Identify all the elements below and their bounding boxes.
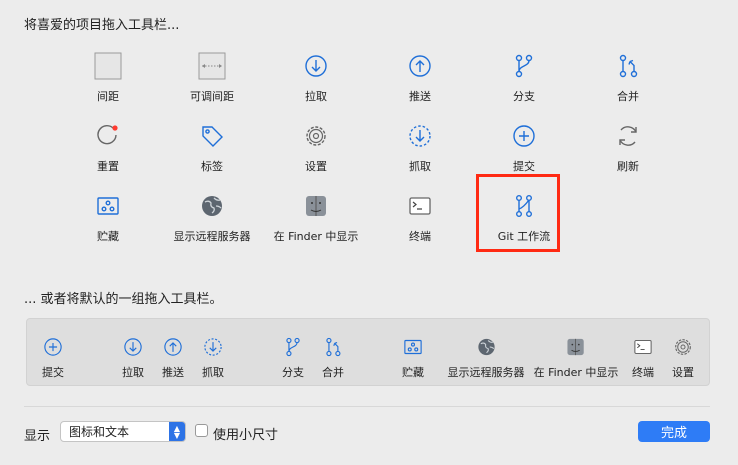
toolbar-item-label: 间距 (97, 90, 119, 103)
toolbar-item-label: 刷新 (617, 160, 639, 173)
show-label: 显示 (24, 429, 51, 444)
toolbar-item-label: 设置 (305, 160, 327, 173)
push-icon (404, 50, 436, 82)
toolbar-item-label: 终端 (409, 230, 431, 243)
fetch-icon (200, 334, 226, 360)
default-item-label: 分支 (282, 366, 304, 379)
default-item-finder: 在 Finder 中显示 (533, 334, 619, 380)
gear-icon (670, 334, 696, 360)
default-item-label: 拉取 (122, 366, 144, 379)
tag-icon (196, 120, 228, 152)
flexible-space-icon (196, 50, 228, 82)
terminal-icon (404, 190, 436, 222)
toolbar-item-commit[interactable]: 提交 (472, 120, 576, 174)
toolbar-item-stash[interactable]: 贮藏 (56, 190, 160, 244)
done-button[interactable]: 完成 (638, 421, 710, 442)
toolbar-item-label: 分支 (513, 90, 535, 103)
customize-toolbar-title: 将喜爱的项目拖入工具栏... (24, 18, 180, 33)
toolbar-item-tag[interactable]: 标签 (160, 120, 264, 174)
default-item-push: 推送 (160, 334, 186, 380)
toolbar-item-label: 在 Finder 中显示 (273, 230, 359, 243)
toolbar-item-fetch[interactable]: 抓取 (368, 120, 472, 174)
toolbar-item-space[interactable]: 间距 (56, 50, 160, 104)
merge-icon (612, 50, 644, 82)
toolbar-item-reset[interactable]: 重置 (56, 120, 160, 174)
toolbar-item-label: 提交 (513, 160, 535, 173)
globe-icon (196, 190, 228, 222)
branch-icon (508, 50, 540, 82)
default-item-commit: 提交 (40, 334, 66, 380)
default-item-branch: 分支 (280, 334, 306, 380)
stash-icon (92, 190, 124, 222)
toolbar-item-finder[interactable]: 在 Finder 中显示 (264, 190, 368, 244)
stash-icon (400, 334, 426, 360)
gear-icon (300, 120, 332, 152)
toolbar-item-label: 标签 (201, 160, 223, 173)
default-item-gear: 设置 (670, 334, 696, 380)
default-item-label: 显示远程服务器 (447, 366, 525, 379)
toolbar-item-push[interactable]: 推送 (368, 50, 472, 104)
toolbar-item-merge[interactable]: 合并 (576, 50, 680, 104)
divider (24, 406, 710, 407)
space-icon (92, 50, 124, 82)
display-mode-value: 图标和文本 (69, 425, 130, 439)
default-item-pull: 拉取 (120, 334, 146, 380)
small-size-label: 使用小尺寸 (213, 428, 279, 443)
toolbar-item-flexible-space[interactable]: 可调间距 (160, 50, 264, 104)
default-item-label: 设置 (672, 366, 694, 379)
toolbar-item-label: 推送 (409, 90, 431, 103)
merge-icon (320, 334, 346, 360)
toolbar-item-refresh[interactable]: 刷新 (576, 120, 680, 174)
pull-icon (300, 50, 332, 82)
display-mode-select[interactable]: 图标和文本 ▲ ▼ (60, 421, 186, 442)
toolbar-item-globe[interactable]: 显示远程服务器 (160, 190, 264, 244)
default-item-label: 提交 (42, 366, 64, 379)
refresh-icon (612, 120, 644, 152)
chevron-updown-icon: ▲ ▼ (169, 422, 185, 441)
toolbar-item-pull[interactable]: 拉取 (264, 50, 368, 104)
default-item-terminal: 终端 (630, 334, 656, 380)
toolbar-item-gear[interactable]: 设置 (264, 120, 368, 174)
default-item-label: 推送 (162, 366, 184, 379)
default-item-globe: 显示远程服务器 (448, 334, 525, 380)
toolbar-item-label: 重置 (97, 160, 119, 173)
default-item-fetch: 抓取 (200, 334, 226, 380)
commit-icon (40, 334, 66, 360)
selection-highlight (476, 174, 560, 252)
push-icon (160, 334, 186, 360)
toolbar-item-label: 抓取 (409, 160, 431, 173)
default-item-label: 终端 (632, 366, 654, 379)
small-size-checkbox[interactable] (195, 424, 208, 437)
toolbar-item-label: 可调间距 (190, 90, 234, 103)
toolbar-item-label: 合并 (617, 90, 639, 103)
default-item-merge: 合并 (320, 334, 346, 380)
toolbar-item-label: 贮藏 (97, 230, 119, 243)
toolbar-item-label: 拉取 (305, 90, 327, 103)
toolbar-item-label: 显示远程服务器 (173, 230, 251, 243)
default-item-stash: 贮藏 (400, 334, 426, 380)
finder-icon (300, 190, 332, 222)
default-set-title: ... 或者将默认的一组拖入工具栏。 (24, 292, 223, 307)
globe-icon (473, 334, 499, 360)
fetch-icon (404, 120, 436, 152)
default-item-label: 合并 (322, 366, 344, 379)
pull-icon (120, 334, 146, 360)
reset-icon (92, 120, 124, 152)
terminal-icon (630, 334, 656, 360)
toolbar-item-terminal[interactable]: 终端 (368, 190, 472, 244)
toolbar-item-branch[interactable]: 分支 (472, 50, 576, 104)
commit-icon (508, 120, 540, 152)
branch-icon (280, 334, 306, 360)
default-item-label: 抓取 (202, 366, 224, 379)
default-item-label: 在 Finder 中显示 (533, 366, 619, 379)
default-item-label: 贮藏 (402, 366, 424, 379)
finder-icon (563, 334, 589, 360)
